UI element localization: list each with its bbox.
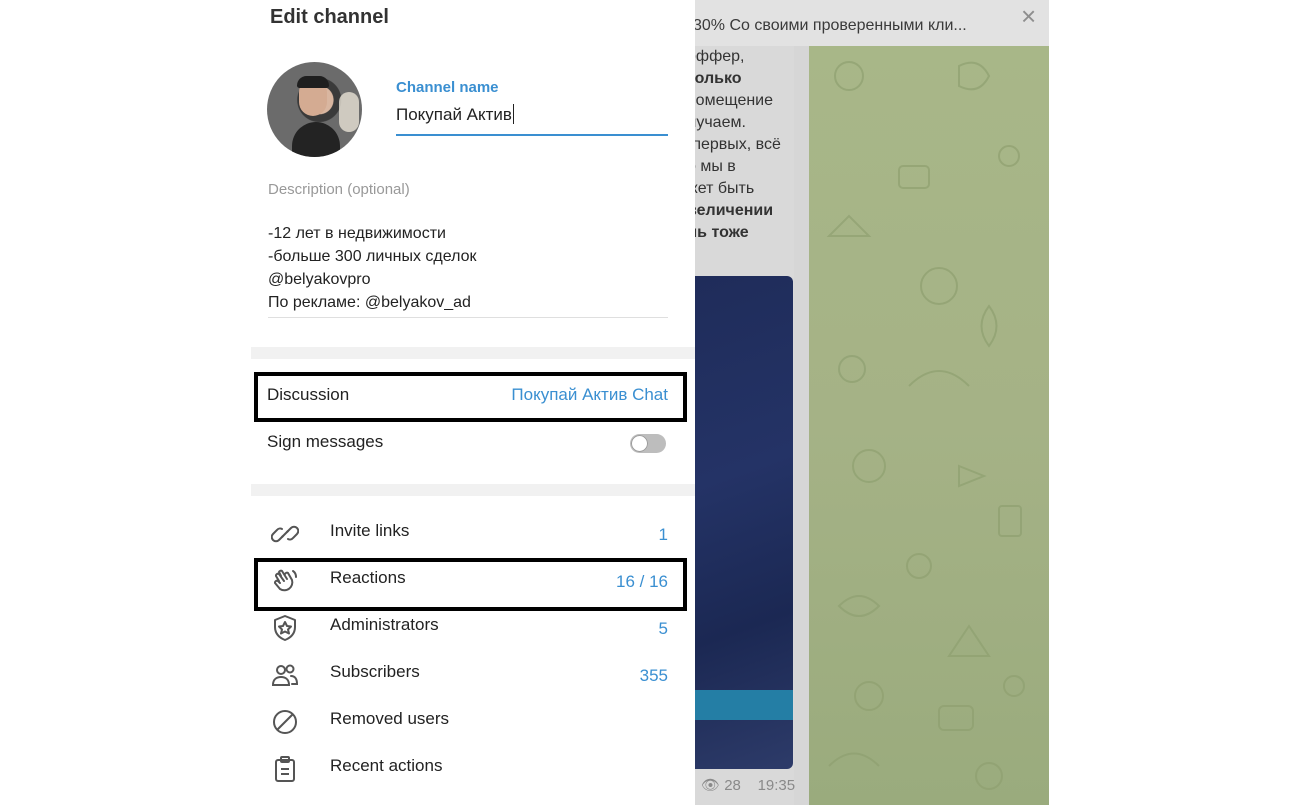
menu-item-value: 5	[658, 619, 668, 638]
chat-background: оффер, только помещение лучаем. -первых, всё…	[695, 0, 1049, 805]
users-icon	[271, 664, 299, 686]
description-label: Description (optional)	[268, 181, 410, 198]
message-line: ль тоже	[695, 224, 749, 241]
reactions-hand-icon	[274, 569, 297, 592]
photo-belt-detail	[695, 690, 793, 720]
outer-background	[1049, 0, 1300, 805]
views-icon: 👁	[701, 777, 721, 794]
sign-messages-toggle[interactable]	[630, 434, 666, 453]
menu-item-label: Administrators	[330, 615, 439, 634]
description-line: По рекламе: @belyakov_ad	[268, 294, 471, 311]
description-underline	[268, 317, 668, 318]
message-text: оффер, только помещение лучаем. -первых, всё…	[695, 46, 803, 244]
menu-item-removed-users[interactable]: Removed users	[251, 697, 695, 744]
message-line: лучаем.	[695, 114, 746, 131]
chat-wallpaper	[809, 46, 1049, 805]
section-divider	[251, 347, 695, 359]
channel-name-underline	[396, 134, 668, 136]
message-line: величении	[695, 202, 774, 219]
message-line: о мы в	[695, 158, 736, 175]
link-icon	[271, 525, 299, 543]
sign-messages-label: Sign messages	[267, 432, 384, 451]
menu-item-reactions[interactable]: Reactions 16 / 16	[251, 556, 695, 603]
menu-item-label: Recent actions	[330, 756, 443, 775]
close-icon[interactable]: ×	[1021, 3, 1043, 29]
menu-item-subscribers[interactable]: Subscribers 355	[251, 650, 695, 697]
message-meta: 👁 28 19:35	[701, 776, 795, 794]
discussion-value: Покупай Актив Chat	[511, 385, 668, 404]
pinned-message-text: 30% Со своими проверенными кли...	[695, 17, 967, 34]
wallpaper-doodles	[826, 61, 1025, 790]
menu-item-label: Removed users	[330, 709, 450, 728]
message-line: жет быть	[695, 180, 755, 197]
channel-avatar[interactable]	[267, 62, 362, 157]
description-line: -больше 300 личных сделок	[268, 248, 477, 265]
description-input[interactable]: -12 лет в недвижимости -больше 300 личны…	[268, 222, 477, 314]
message-line: только	[695, 70, 742, 87]
description-line: -12 лет в недвижимости	[268, 225, 446, 242]
avatar-background-lamp	[339, 92, 359, 132]
menu-item-value: 355	[639, 666, 668, 685]
menu-item-invite-links[interactable]: Invite links 1	[251, 509, 695, 556]
channel-name-label: Channel name	[396, 79, 499, 96]
section-divider	[251, 484, 695, 496]
menu-item-value: 1	[658, 525, 668, 544]
edit-channel-dialog: Edit channel Channel name Покупай Актив …	[251, 0, 695, 805]
channel-name-input[interactable]: Покупай Актив	[396, 104, 514, 125]
menu-item-label: Invite links	[330, 521, 410, 540]
menu-item-label: Reactions	[330, 568, 406, 587]
avatar-person-body	[292, 122, 340, 157]
sign-messages-row[interactable]: Sign messages	[251, 420, 695, 467]
message-line: -первых, всё	[695, 136, 781, 153]
views-count: 28	[724, 777, 741, 794]
menu-item-recent-actions[interactable]: Recent actions	[251, 744, 695, 791]
menu-item-label: Subscribers	[330, 662, 420, 681]
blocked-icon	[273, 710, 297, 734]
discussion-label: Discussion	[267, 385, 350, 404]
message-time: 19:35	[757, 777, 796, 794]
clipboard-icon	[275, 756, 295, 782]
dialog-title: Edit channel	[270, 6, 389, 28]
description-line: @belyakovpro	[268, 271, 371, 288]
avatar-person-hair	[297, 76, 329, 88]
discussion-row[interactable]: Discussion Покупай Актив Chat	[251, 373, 695, 420]
text-caret	[512, 104, 514, 124]
toggle-knob	[631, 435, 648, 452]
menu-item-administrators[interactable]: Administrators 5	[251, 603, 695, 650]
admin-shield-star-icon	[274, 615, 296, 641]
menu-item-value: 16 / 16	[616, 572, 668, 591]
message-line: помещение	[695, 92, 774, 109]
pinned-message-bar[interactable]: 30% Со своими проверенными кли... ×	[695, 0, 1049, 46]
channel-name-value: Покупай Актив	[396, 105, 512, 124]
message-line: оффер,	[695, 48, 745, 65]
